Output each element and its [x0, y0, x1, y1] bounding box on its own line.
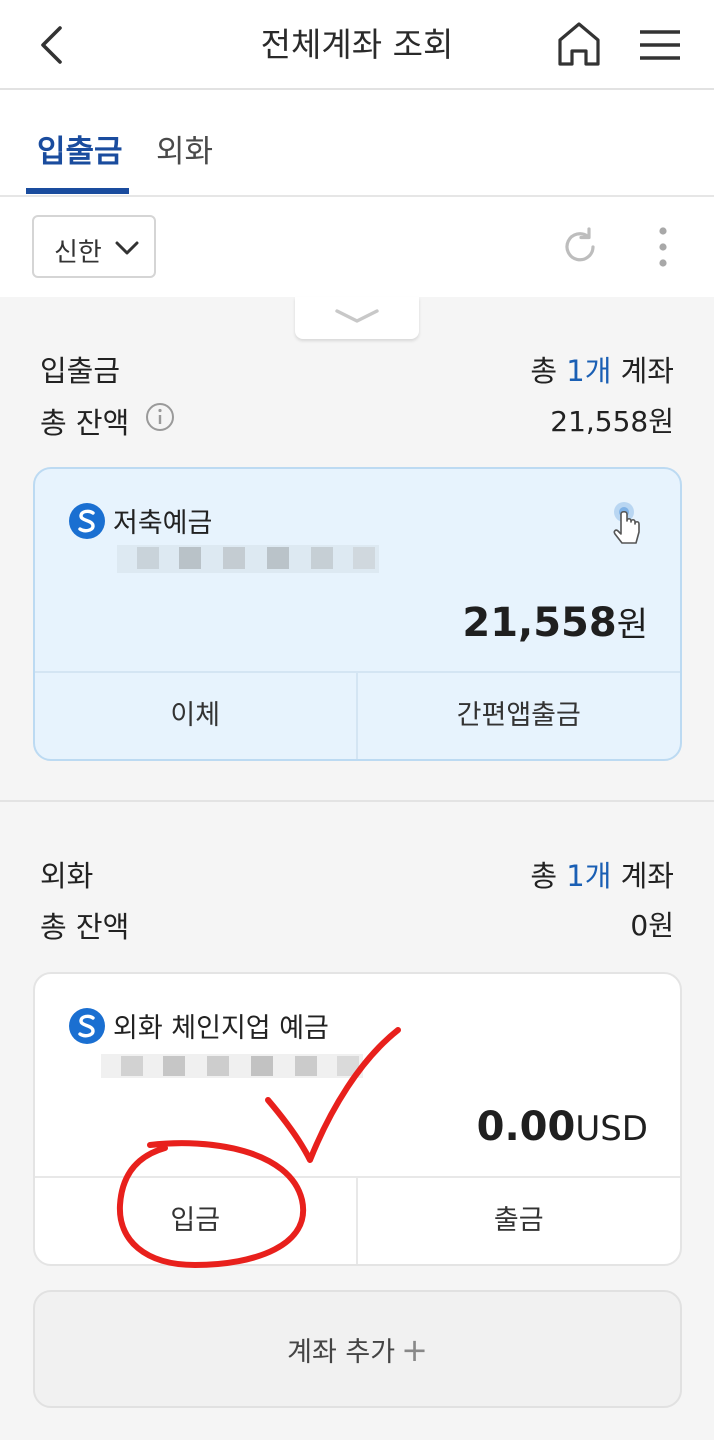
- chevron-down-icon: [335, 309, 379, 323]
- masked-account-number: [101, 1054, 363, 1078]
- tab-bar: 입출금 외화: [0, 90, 714, 197]
- tab-deposit[interactable]: 입출금: [37, 126, 123, 171]
- transfer-button[interactable]: 이체: [35, 673, 358, 759]
- chevron-left-icon[interactable]: [30, 20, 76, 70]
- section-divider: [0, 800, 714, 802]
- account-name: 저축예금: [113, 508, 213, 539]
- chevron-down-icon: [115, 241, 139, 255]
- add-account-button[interactable]: 계좌 추가 +: [33, 1290, 682, 1408]
- active-tab-indicator: [26, 188, 129, 194]
- bank-select-value: 신한: [54, 238, 102, 268]
- account-balance: 21,558원: [462, 600, 648, 646]
- total-balance-label: 총 잔액: [40, 406, 130, 440]
- shinhan-bank-logo-icon: [69, 503, 105, 539]
- section-title-deposit: 입출금: [40, 354, 121, 388]
- page-title: 전체계좌 조회: [260, 25, 454, 64]
- fx-total-balance-value: 0원: [630, 909, 674, 942]
- total-balance-value: 21,558원: [550, 405, 674, 438]
- refresh-icon[interactable]: [560, 227, 600, 267]
- fx-total-balance-label: 총 잔액: [40, 910, 130, 944]
- tab-foreign-currency[interactable]: 외화: [156, 126, 213, 171]
- easy-app-withdraw-button[interactable]: 간편앱출금: [358, 673, 681, 759]
- deposit-button[interactable]: 입금: [35, 1178, 358, 1264]
- fx-account-balance: 0.00USD: [476, 1104, 648, 1150]
- account-count: 총 1개 계좌: [530, 354, 674, 388]
- shinhan-bank-logo-icon: [69, 1008, 105, 1044]
- masked-account-number: [117, 545, 379, 573]
- collapse-handle[interactable]: [295, 297, 419, 339]
- plus-icon: +: [401, 1331, 428, 1369]
- bank-select[interactable]: 신한: [32, 215, 156, 278]
- home-icon[interactable]: [552, 18, 606, 70]
- top-bar: 전체계좌 조회: [0, 0, 714, 90]
- account-name: 외화 체인지업 예금: [113, 1013, 329, 1044]
- more-vertical-icon[interactable]: [652, 225, 674, 269]
- account-card-savings[interactable]: 저축예금 21,558원 이체 간편앱출금: [33, 467, 682, 761]
- fx-account-count: 총 1개 계좌: [530, 859, 674, 893]
- section-title-fx: 외화: [40, 859, 94, 893]
- card-actions: 이체 간편앱출금: [35, 671, 680, 759]
- info-icon[interactable]: [145, 402, 175, 432]
- withdraw-button[interactable]: 출금: [358, 1178, 681, 1264]
- card-actions: 입금 출금: [35, 1176, 680, 1264]
- filter-bar: 신한: [0, 197, 714, 297]
- tap-hand-icon: [613, 502, 640, 544]
- account-card-fx[interactable]: 외화 체인지업 예금 0.00USD 입금 출금: [33, 972, 682, 1266]
- hamburger-menu-icon[interactable]: [634, 20, 686, 70]
